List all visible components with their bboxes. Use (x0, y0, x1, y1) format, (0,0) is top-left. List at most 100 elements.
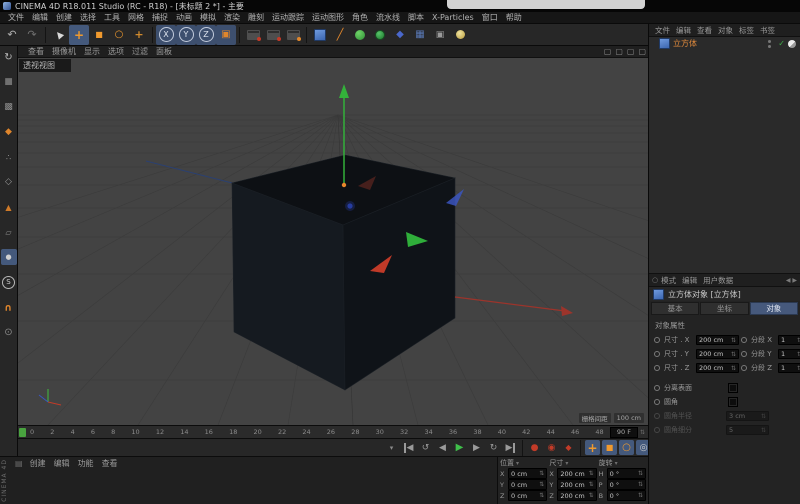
animation-dot-icon[interactable] (654, 337, 660, 343)
autokey-icon[interactable] (544, 440, 559, 455)
dimension-input[interactable]: 200 cm (696, 349, 739, 359)
rotation-input[interactable]: 0 ° (606, 479, 646, 490)
dimension-input[interactable]: 200 cm (696, 335, 739, 345)
playhead-marker[interactable] (19, 427, 26, 437)
subdivision-surface-icon[interactable] (350, 25, 370, 45)
enable-snap-icon[interactable] (1, 299, 17, 315)
camera-icon[interactable] (430, 25, 450, 45)
size-input[interactable]: 200 cm (557, 479, 597, 490)
menu-item[interactable]: 角色 (348, 12, 372, 23)
floor-icon[interactable] (410, 25, 430, 45)
spinner-icon[interactable] (731, 365, 736, 372)
menu-item[interactable]: 运动跟踪 (268, 12, 308, 23)
material-menu-item[interactable]: 功能 (74, 458, 98, 469)
view-label[interactable]: 透视视图 (19, 59, 71, 72)
single-pane-icon[interactable] (604, 47, 612, 56)
attribute-menu-item[interactable]: 编辑 (679, 275, 700, 286)
menu-item[interactable]: 帮助 (502, 12, 526, 23)
size-input[interactable]: 200 cm (557, 468, 597, 479)
menu-item[interactable]: X-Particles (428, 13, 478, 22)
edges-mode-icon[interactable] (1, 174, 17, 190)
undo-icon[interactable] (2, 25, 22, 45)
light-icon[interactable] (450, 25, 470, 45)
coordinate-input[interactable]: 0 cm (508, 468, 548, 479)
spinner-icon[interactable] (638, 492, 643, 499)
model-mode-icon[interactable] (1, 74, 17, 90)
workplane-mode-icon[interactable] (1, 224, 17, 240)
attribute-menu-item[interactable]: 用户数据 (700, 275, 736, 286)
dimension-input[interactable]: 200 cm (696, 363, 739, 373)
animation-dot-icon[interactable] (741, 337, 747, 343)
next-frame-icon[interactable] (469, 440, 484, 455)
goto-start-icon[interactable] (401, 440, 416, 455)
record-rotation-icon[interactable] (619, 440, 634, 455)
object-name[interactable]: 立方体 (673, 38, 765, 49)
four-pane-icon[interactable] (638, 47, 646, 56)
animation-dot-icon[interactable] (654, 351, 660, 357)
animation-dot-icon[interactable] (654, 365, 660, 371)
viewport-menu-item[interactable]: 选项 (104, 46, 128, 57)
lock-y-axis-icon[interactable]: Y (176, 24, 196, 45)
spinner-icon[interactable] (539, 492, 544, 499)
snap-settings-icon[interactable] (1, 274, 17, 290)
menu-item[interactable]: 雕刻 (244, 12, 268, 23)
next-key-icon[interactable] (486, 440, 501, 455)
redo-icon[interactable] (22, 25, 42, 45)
object-row[interactable]: 立方体 (649, 37, 800, 50)
quantize-icon[interactable] (1, 324, 17, 340)
rotation-input[interactable]: 0 ° (606, 468, 646, 479)
three-pane-icon[interactable] (627, 47, 635, 56)
coordinate-system-icon[interactable] (216, 24, 236, 45)
menu-item[interactable]: 流水线 (372, 12, 404, 23)
render-settings-icon[interactable] (283, 25, 303, 45)
texture-mode-icon[interactable] (1, 99, 17, 115)
menu-item[interactable]: 网格 (124, 12, 148, 23)
goto-end-icon[interactable] (503, 440, 518, 455)
object-enabled-icon[interactable] (778, 39, 785, 48)
viewport-menu-item[interactable]: 过滤 (128, 46, 152, 57)
spinner-icon[interactable] (539, 481, 544, 488)
previous-frame-icon[interactable] (435, 440, 450, 455)
visibility-dots-icon[interactable] (768, 39, 772, 43)
last-used-tool-icon[interactable] (129, 25, 149, 45)
spinner-icon[interactable] (589, 481, 594, 488)
menu-item[interactable]: 文件 (4, 12, 28, 23)
lock-z-axis-icon[interactable]: Z (196, 24, 216, 45)
menu-item[interactable]: 动画 (172, 12, 196, 23)
attribute-menu-item[interactable]: 模式 (658, 275, 679, 286)
tab-basic[interactable]: 基本 (651, 302, 700, 315)
phong-tag-icon[interactable] (788, 39, 796, 48)
keyframe-selection-icon[interactable] (561, 440, 576, 455)
menu-item[interactable]: 运动图形 (308, 12, 348, 23)
chevron-down-icon[interactable] (565, 460, 568, 467)
points-mode-icon[interactable] (1, 149, 17, 165)
spinner-icon[interactable] (589, 470, 594, 477)
deformer-icon[interactable] (390, 25, 410, 45)
spinner-icon[interactable] (640, 429, 645, 436)
object-manager-menu-item[interactable]: 查看 (694, 25, 715, 36)
spinner-icon[interactable] (589, 492, 594, 499)
play-icon[interactable] (452, 440, 467, 455)
tab-object[interactable]: 对象 (749, 302, 798, 315)
object-manager-menu-item[interactable]: 文件 (652, 25, 673, 36)
scale-tool-icon[interactable] (89, 25, 109, 45)
lock-x-axis-icon[interactable]: X (156, 24, 176, 45)
spinner-icon[interactable] (638, 470, 643, 477)
rotation-column-title[interactable]: 旋转 (599, 458, 613, 468)
move-tool-icon[interactable] (69, 24, 89, 45)
menu-item[interactable]: 编辑 (28, 12, 52, 23)
material-menu-item[interactable]: 编辑 (50, 458, 74, 469)
rotation-input[interactable]: 0 ° (606, 490, 646, 501)
position-column-title[interactable]: 位置 (500, 458, 514, 468)
menu-item[interactable]: 工具 (100, 12, 124, 23)
object-manager-menu-item[interactable]: 对象 (715, 25, 736, 36)
spinner-icon[interactable] (731, 337, 736, 344)
menu-item[interactable]: 选择 (76, 12, 100, 23)
viewport-menu-item[interactable]: 显示 (80, 46, 104, 57)
material-grid-icon[interactable] (15, 459, 23, 468)
menu-item[interactable]: 脚本 (404, 12, 428, 23)
live-selection-icon[interactable] (49, 25, 69, 45)
segments-input[interactable]: 1 (778, 335, 800, 345)
rotate-tool-icon[interactable] (109, 25, 129, 45)
material-menu-item[interactable]: 创建 (26, 458, 50, 469)
